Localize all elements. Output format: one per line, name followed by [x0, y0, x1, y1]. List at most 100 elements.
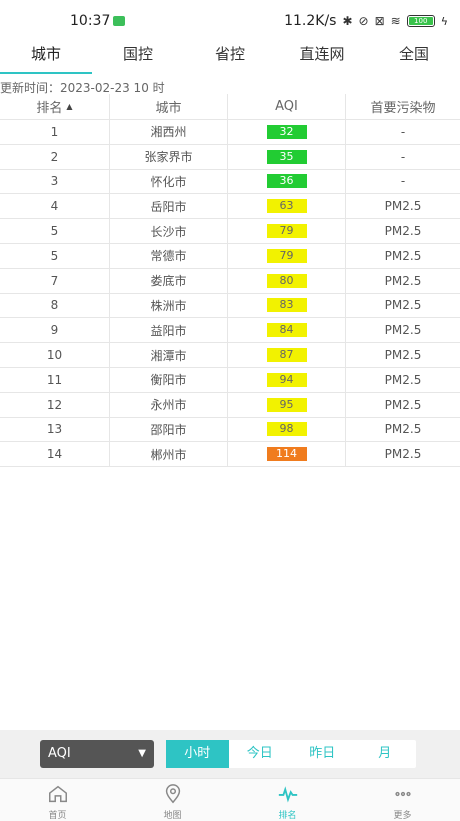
app-notification-icon	[113, 16, 125, 26]
table-row[interactable]: 11 衡阳市 94 PM2.5	[0, 367, 460, 393]
table-row[interactable]: 5 常德市 79 PM2.5	[0, 243, 460, 269]
rank-header[interactable]: 排名 ▲	[0, 94, 110, 119]
aqi-badge: 83	[266, 298, 307, 313]
aqi-badge: 36	[266, 174, 307, 189]
bluetooth-icon: ✱	[342, 14, 353, 28]
no-sim-icon: ⊠	[374, 14, 385, 28]
aqi-badge: 98	[266, 422, 307, 437]
aqi-cell: 80	[228, 268, 346, 293]
rank-cell: 13	[0, 417, 110, 442]
table-row[interactable]: 12 永州市 95 PM2.5	[0, 392, 460, 418]
map-pin-icon	[162, 783, 184, 808]
pollutant-cell: PM2.5	[384, 397, 422, 412]
table-row[interactable]: 1 湘西州 32 -	[0, 120, 460, 145]
aqi-badge: 35	[266, 149, 307, 164]
rank-cell: 7	[0, 268, 110, 293]
pollutant-cell: PM2.5	[384, 372, 422, 387]
table-row[interactable]: 8 株洲市 83 PM2.5	[0, 293, 460, 319]
status-bar: 10:37 11.2K/s ✱ ⊘ ⊠ ≋ 100 ϟ	[0, 0, 460, 40]
table-row[interactable]: 9 益阳市 84 PM2.5	[0, 318, 460, 344]
aqi-header: AQI	[228, 94, 346, 119]
network-speed: 11.2K/s	[284, 13, 337, 29]
period-1[interactable]: 今日	[229, 740, 292, 768]
aqi-badge: 87	[266, 348, 307, 363]
nav-pulse[interactable]: 排名	[230, 779, 345, 821]
table-header: 排名 ▲ 城市 AQI 首要污染物	[0, 94, 460, 120]
tab-4[interactable]: 全国	[368, 40, 460, 74]
aqi-cell: 94	[228, 367, 346, 392]
city-cell: 永州市	[110, 392, 228, 417]
rank-cell: 3	[0, 169, 110, 194]
period-switch: 小时 今日 昨日月	[166, 740, 416, 768]
table-row[interactable]: 2 张家界市 35 -	[0, 144, 460, 170]
rank-cell: 11	[0, 367, 110, 392]
city-cell: 张家界市	[110, 144, 228, 169]
pulse-icon	[277, 783, 299, 808]
period-3[interactable]: 月	[354, 740, 417, 768]
city-cell: 岳阳市	[110, 194, 228, 219]
pollutant-header: 首要污染物	[370, 101, 436, 116]
table-row[interactable]: 14 郴州市 114 PM2.5	[0, 442, 460, 468]
city-header: 城市	[110, 94, 228, 119]
nav-home[interactable]: 首页	[0, 779, 115, 821]
pollutant-cell: -	[400, 124, 406, 139]
aqi-cell: 98	[228, 417, 346, 442]
nav-more[interactable]: 更多	[345, 779, 460, 821]
aqi-cell: 95	[228, 392, 346, 417]
rank-cell: 5	[0, 219, 110, 243]
aqi-badge: 84	[266, 323, 307, 338]
filter-bar: AQI ▼ 小时 今日 昨日月	[0, 730, 460, 778]
aqi-badge: 32	[266, 124, 307, 139]
rank-cell: 8	[0, 293, 110, 318]
city-cell: 湘潭市	[110, 343, 228, 367]
table-row[interactable]: 10 湘潭市 87 PM2.5	[0, 343, 460, 368]
aqi-cell: 114	[228, 442, 346, 467]
city-cell: 娄底市	[110, 268, 228, 293]
city-cell: 益阳市	[110, 318, 228, 343]
nav-label: 排名	[278, 811, 297, 821]
status-right: 11.2K/s ✱ ⊘ ⊠ ≋ 100 ϟ	[284, 13, 448, 29]
pollutant-cell: PM2.5	[384, 348, 422, 363]
charging-icon: ϟ	[440, 14, 448, 28]
table-row[interactable]: 13 邵阳市 98 PM2.5	[0, 417, 460, 443]
rank-cell: 1	[0, 120, 110, 144]
aqi-badge: 63	[266, 199, 307, 214]
tab-2[interactable]: 省控	[184, 40, 276, 74]
table-row[interactable]: 3 怀化市 36 -	[0, 169, 460, 195]
aqi-cell: 32	[228, 120, 346, 144]
table-row[interactable]: 7 娄底市 80 PM2.5	[0, 268, 460, 294]
period-0[interactable]: 小时	[166, 740, 229, 768]
metric-select[interactable]: AQI ▼	[40, 740, 154, 768]
city-cell: 郴州市	[110, 442, 228, 467]
city-cell: 株洲市	[110, 293, 228, 318]
aqi-badge: 79	[266, 248, 307, 263]
nav-map-pin[interactable]: 地图	[115, 779, 230, 821]
battery-level: 100	[408, 17, 433, 25]
tab-0[interactable]: 城市	[0, 40, 92, 74]
pollutant-cell: PM2.5	[384, 323, 422, 338]
pollutant-cell: PM2.5	[384, 298, 422, 313]
pollutant-cell: PM2.5	[384, 199, 422, 214]
city-cell: 怀化市	[110, 169, 228, 194]
rank-cell: 2	[0, 144, 110, 169]
aqi-cell: 36	[228, 169, 346, 194]
city-cell: 邵阳市	[110, 417, 228, 442]
dropdown-arrow-icon: ▼	[138, 748, 146, 759]
rank-cell: 10	[0, 343, 110, 367]
rank-cell: 14	[0, 442, 110, 467]
rank-cell: 4	[0, 194, 110, 219]
aqi-badge: 114	[266, 447, 307, 462]
status-time: 10:37	[70, 13, 111, 29]
rank-cell: 9	[0, 318, 110, 343]
table-row[interactable]: 5 长沙市 79 PM2.5	[0, 219, 460, 244]
tab-3[interactable]: 直连网	[276, 40, 368, 74]
period-2[interactable]: 昨日	[291, 740, 354, 768]
aqi-badge: 80	[266, 273, 307, 288]
tab-1[interactable]: 国控	[92, 40, 184, 74]
wifi-icon: ≋	[390, 14, 401, 28]
aqi-cell: 79	[228, 243, 346, 268]
city-cell: 湘西州	[110, 120, 228, 144]
table-row[interactable]: 4 岳阳市 63 PM2.5	[0, 194, 460, 220]
aqi-cell: 35	[228, 144, 346, 169]
bottom-nav: 首页 地图 排名 更多	[0, 778, 460, 821]
